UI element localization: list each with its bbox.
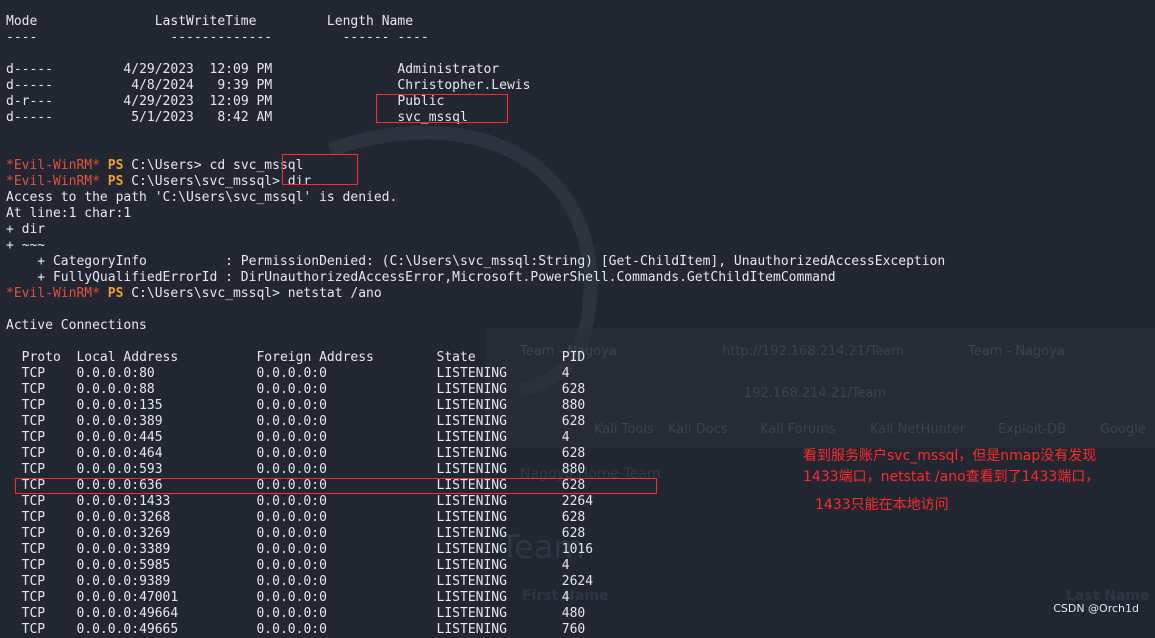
annotation-line-2: 1433端口，netstat /ano查看到了1433端口， — [803, 469, 1100, 485]
netstat-row: TCP 0.0.0.0:49665 0.0.0.0:0 LISTENING 76… — [21, 622, 586, 637]
error-line: Access to the path 'C:\Users\svc_mssql' … — [6, 190, 398, 205]
netstat-row: TCP 0.0.0.0:49664 0.0.0.0:0 LISTENING 48… — [21, 606, 586, 621]
netstat-header-row: Proto Local Address Foreign Address Stat… — [21, 350, 586, 365]
annotation-line-1: 看到服务账户svc_mssql，但是nmap没有发现 — [803, 448, 1097, 464]
netstat-row: TCP 0.0.0.0:5985 0.0.0.0:0 LISTENING 4 — [21, 558, 570, 573]
ghost-bookmark-5: Exploit-DB — [998, 422, 1067, 437]
ghost-bookmark-6: Google — [1100, 422, 1146, 437]
error-line: + FullyQualifiedErrorId : DirUnauthorize… — [6, 270, 836, 285]
prompt-line: *Evil-WinRM* PS C:\Users> cd svc_mssql — [6, 158, 304, 173]
netstat-row: TCP 0.0.0.0:47001 0.0.0.0:0 LISTENING 4 — [21, 590, 570, 605]
netstat-title: Active Connections — [6, 318, 147, 333]
error-line: At line:1 char:1 — [6, 206, 132, 221]
prompt-line: *Evil-WinRM* PS C:\Users\svc_mssql> dir — [6, 174, 312, 189]
netstat-row: TCP 0.0.0.0:3389 0.0.0.0:0 LISTENING 101… — [21, 542, 594, 557]
annotation-line-3: 1433只能在本地访问 — [815, 497, 949, 513]
netstat-row: TCP 0.0.0.0:88 0.0.0.0:0 LISTENING 628 — [21, 382, 586, 397]
error-line: + ~~~ — [6, 238, 46, 253]
error-line: + dir — [6, 222, 46, 237]
prompt-line: *Evil-WinRM* PS C:\Users\svc_mssql> nets… — [6, 286, 382, 301]
dir-row: d----- 4/8/2024 9:39 PM Christopher.Lewi… — [6, 78, 531, 93]
csdn-watermark: CSDN @Orch1d — [1053, 602, 1139, 615]
netstat-row: TCP 0.0.0.0:3268 0.0.0.0:0 LISTENING 628 — [21, 510, 586, 525]
col-name-header: Name — [381, 14, 414, 29]
netstat-row: TCP 0.0.0.0:135 0.0.0.0:0 LISTENING 880 — [21, 398, 586, 413]
dir-header-underline: ---- ------------- ------ ---- — [6, 30, 429, 45]
error-line: + CategoryInfo : PermissionDenied: (C:\U… — [6, 254, 946, 269]
col-lastwrite-header: LastWriteTime — [154, 14, 257, 29]
dir-row: d----- 4/29/2023 12:09 PM Administrator — [6, 62, 500, 77]
highlight-box-dir-command — [282, 154, 358, 185]
ghost-tab-3: Team - Nagoya — [968, 344, 1065, 359]
netstat-row: TCP 0.0.0.0:9389 0.0.0.0:0 LISTENING 262… — [21, 574, 594, 589]
col-mode-header: Mode — [6, 14, 38, 29]
highlight-box-svc-mssql — [376, 94, 508, 123]
netstat-row: TCP 0.0.0.0:3269 0.0.0.0:0 LISTENING 628 — [21, 526, 586, 541]
dir-header-row: Mode LastWriteTime Length Name — [6, 14, 945, 30]
netstat-row: TCP 0.0.0.0:389 0.0.0.0:0 LISTENING 628 — [21, 414, 586, 429]
highlight-box-port-1433 — [15, 478, 657, 494]
netstat-row: TCP 0.0.0.0:445 0.0.0.0:0 LISTENING 4 — [21, 430, 570, 445]
netstat-row: TCP 0.0.0.0:80 0.0.0.0:0 LISTENING 4 — [21, 366, 570, 381]
col-length-header: Length — [326, 14, 374, 29]
netstat-row-highlighted: TCP 0.0.0.0:1433 0.0.0.0:0 LISTENING 226… — [21, 494, 594, 509]
